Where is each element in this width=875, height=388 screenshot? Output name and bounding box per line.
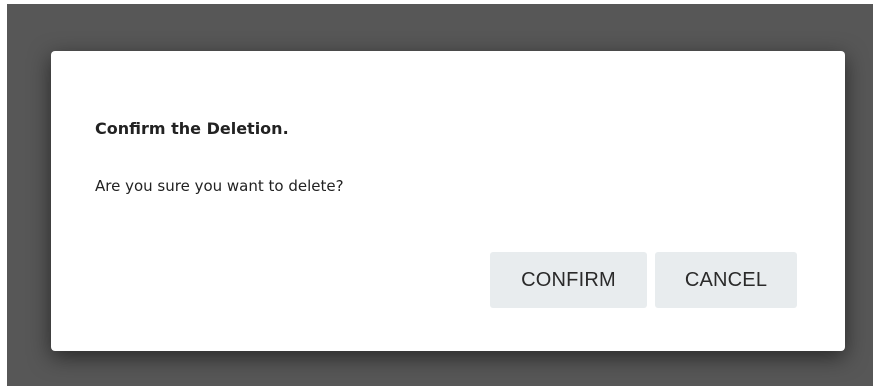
confirm-delete-dialog: Confirm the Deletion. Are you sure you w… bbox=[51, 51, 845, 351]
confirm-button[interactable]: CONFIRM bbox=[490, 252, 647, 308]
dialog-title: Confirm the Deletion. bbox=[95, 119, 289, 138]
cancel-button[interactable]: CANCEL bbox=[655, 252, 797, 308]
dialog-message: Are you sure you want to delete? bbox=[95, 177, 344, 195]
